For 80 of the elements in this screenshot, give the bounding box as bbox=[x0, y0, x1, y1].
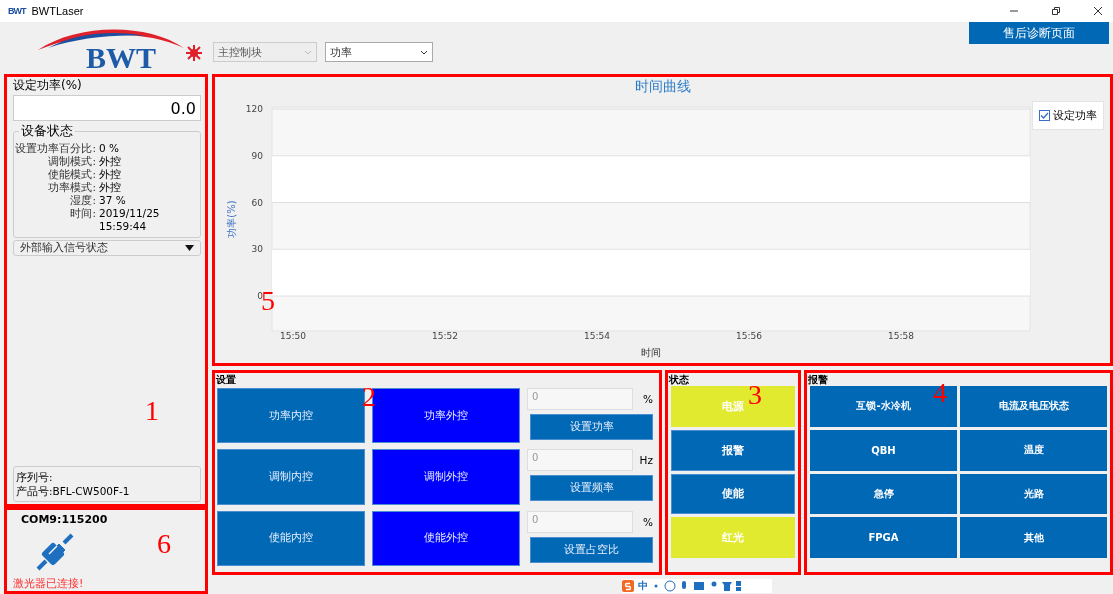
status-indicator: 红光 bbox=[671, 517, 795, 558]
product-label: 产品号:BFL-CW500F-1 bbox=[16, 484, 131, 498]
connection-status: 激光器已连接! bbox=[13, 576, 85, 591]
alarm-indicator: 电流及电压状态 bbox=[960, 386, 1107, 427]
signal-section[interactable]: 外部输入信号状态 bbox=[13, 240, 201, 256]
y-tick: 90 bbox=[251, 150, 263, 161]
status-indicator: 报警 bbox=[671, 429, 795, 471]
app-icon: BWT bbox=[8, 6, 26, 16]
ime-tools-icon[interactable] bbox=[652, 580, 742, 592]
y-tick: 60 bbox=[251, 197, 263, 208]
chevron-icon bbox=[304, 49, 312, 55]
alarm-indicator: QBH bbox=[810, 429, 957, 471]
alarm-indicator: 其他 bbox=[960, 517, 1107, 558]
y-tick: 120 bbox=[245, 104, 263, 114]
logo: BWT bbox=[86, 43, 157, 73]
status-label: 湿度: bbox=[69, 194, 96, 207]
chart-title: 时间曲线 bbox=[635, 78, 691, 94]
triangle-icon bbox=[185, 245, 194, 251]
power-field[interactable]: 0.0 bbox=[13, 95, 201, 121]
annotation-number: 5 bbox=[261, 285, 275, 317]
ime-mode[interactable]: 中 bbox=[638, 579, 648, 593]
input-field[interactable]: 0 bbox=[527, 388, 633, 410]
x-tick: 15:50 bbox=[280, 331, 306, 341]
set-button[interactable]: 设置占空比 bbox=[530, 536, 653, 563]
status-label: 时间: bbox=[69, 207, 96, 220]
checkbox[interactable] bbox=[1039, 110, 1050, 121]
mode-button[interactable]: 调制内控 bbox=[217, 449, 365, 505]
unit-label: Hz bbox=[638, 454, 653, 467]
serial-label: 序列号: bbox=[16, 470, 54, 484]
group-title: 设备状态 bbox=[19, 122, 75, 140]
status-label: 调制模式: bbox=[47, 155, 96, 168]
annotation-number: 3 bbox=[748, 379, 762, 411]
alarm-indicator: 急停 bbox=[810, 473, 957, 515]
unit-label: % bbox=[642, 515, 653, 528]
status-value: 15:59:44 bbox=[98, 220, 147, 233]
y-axis-label: 功率(%) bbox=[226, 200, 237, 238]
status-value: 37 % bbox=[98, 194, 126, 207]
annotation-number: 6 bbox=[157, 528, 171, 560]
set-button[interactable]: 设置功率 bbox=[530, 414, 653, 440]
x-axis-label: 时间 bbox=[641, 347, 661, 358]
port-label: COM9:115200 bbox=[21, 513, 109, 526]
window-title: BWTLaser bbox=[31, 5, 84, 17]
x-tick: 15:54 bbox=[584, 331, 610, 341]
unit-label: % bbox=[642, 393, 653, 405]
panel-title: 设置 bbox=[216, 373, 236, 387]
status-label: 设置功率百分比: bbox=[14, 142, 96, 155]
set-button[interactable]: 设置频率 bbox=[530, 475, 653, 502]
status-value: 0 % bbox=[98, 142, 119, 155]
status-label: 使能模式: bbox=[47, 168, 96, 181]
mode-button[interactable]: 使能外控 bbox=[372, 510, 520, 566]
status-value: 外控 bbox=[98, 155, 121, 168]
mode-button[interactable]: 调制外控 bbox=[372, 449, 520, 505]
alarm-indicator: 光路 bbox=[960, 473, 1107, 515]
status-value: 外控 bbox=[98, 168, 121, 181]
mode-button[interactable]: 使能内控 bbox=[217, 510, 365, 566]
alarm-indicator: 温度 bbox=[960, 429, 1107, 471]
panel-title: 报警 bbox=[808, 373, 828, 387]
restore-icon[interactable] bbox=[1051, 6, 1061, 16]
status-label: 功率模式: bbox=[47, 181, 96, 194]
status-indicator: 使能 bbox=[671, 473, 795, 515]
annotation-number: 1 bbox=[145, 395, 159, 427]
y-tick: 30 bbox=[251, 244, 263, 255]
annotation-number: 4 bbox=[933, 377, 947, 409]
chevron-icon bbox=[420, 49, 428, 55]
close-icon[interactable] bbox=[1093, 6, 1103, 16]
status-value: 外控 bbox=[98, 181, 121, 194]
input-field[interactable]: 0 bbox=[527, 449, 633, 472]
status-value: 2019/11/25 bbox=[98, 207, 160, 220]
alarm-indicator: FPGA bbox=[810, 517, 957, 558]
power-label: 设定功率(%) bbox=[13, 77, 83, 94]
service-button[interactable]: 售后诊断页面 bbox=[969, 22, 1109, 44]
input-field[interactable]: 0 bbox=[527, 510, 633, 533]
panel-title: 状态 bbox=[669, 373, 689, 387]
curve-select[interactable]: 功率 bbox=[325, 42, 433, 62]
star-icon bbox=[186, 45, 202, 61]
x-tick: 15:56 bbox=[736, 331, 762, 341]
legend-label: 设定功率 bbox=[1053, 108, 1097, 123]
x-tick: 15:58 bbox=[888, 331, 914, 341]
x-tick: 15:52 bbox=[432, 331, 458, 341]
y-tick: 0 bbox=[257, 291, 263, 301]
